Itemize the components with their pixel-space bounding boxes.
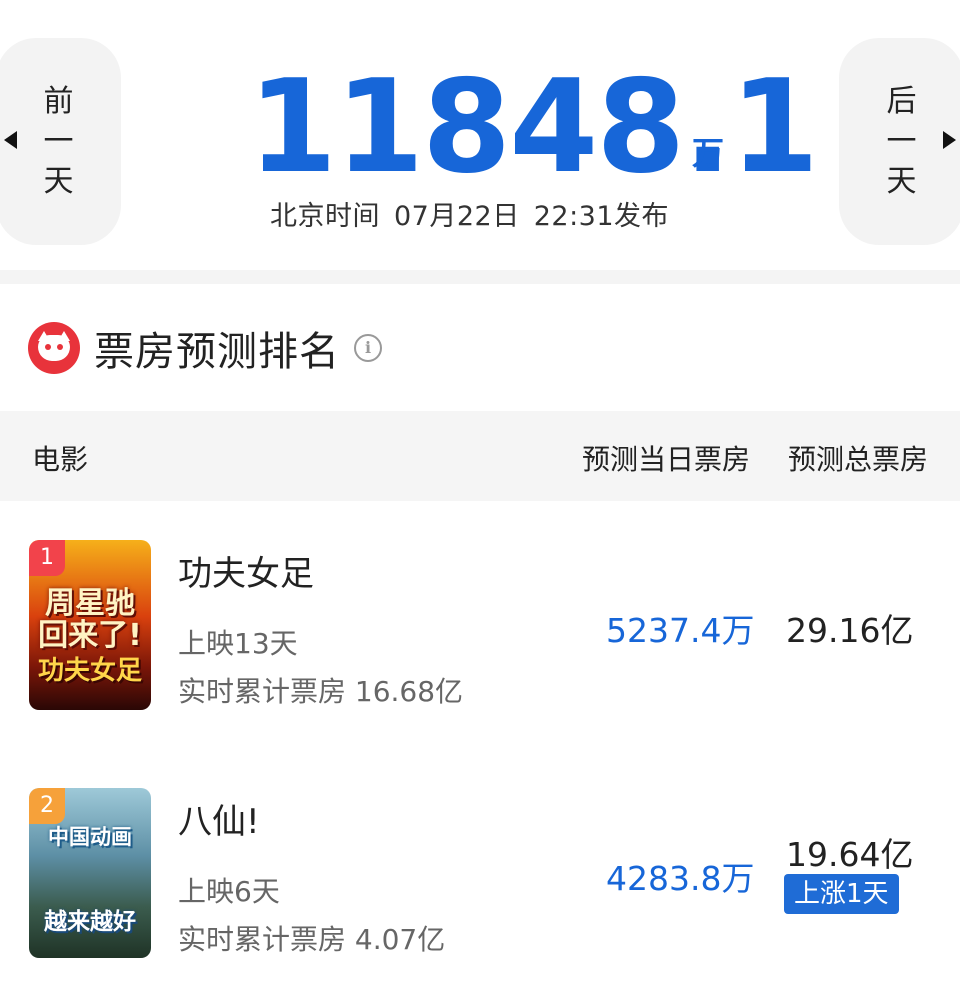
cumulative-box-office: 实时累计票房 16.68亿 xyxy=(178,675,464,708)
movie-title[interactable]: 八仙! xyxy=(178,794,260,843)
total-box-office-value: 11848.1 xyxy=(248,53,819,202)
column-total-forecast[interactable]: 预测总票房 xyxy=(788,438,928,478)
movie-title[interactable]: 功夫女足 xyxy=(178,546,314,595)
poster-tagline: 周星驰 回来了! xyxy=(38,586,142,653)
ranking-title: 票房预测排名 xyxy=(94,329,340,375)
trend-badge: 上涨1天 xyxy=(784,874,899,914)
day-forecast-value: 4283.8万 xyxy=(606,859,755,898)
movie-poster[interactable]: 中国动画 越来越好 2 xyxy=(29,788,151,958)
ranking-header: 票房预测排名 i xyxy=(28,318,382,378)
caret-left-icon[interactable] xyxy=(4,131,17,149)
table-header: 电影 预测当日票房 预测总票房 xyxy=(0,411,960,501)
publish-prefix: 北京时间 xyxy=(270,201,380,232)
section-divider xyxy=(0,270,960,284)
publish-time: 北京时间 07月22日 22:31发布 xyxy=(270,194,669,233)
table-row[interactable]: 周星驰 回来了! 功夫女足 1 功夫女足 上映13天 实时累计票房 16.68亿… xyxy=(0,530,960,730)
total-forecast-value: 19.64亿 xyxy=(786,835,914,874)
release-days: 上映6天 xyxy=(178,875,280,908)
cumulative-box-office: 实时累计票房 4.07亿 xyxy=(178,923,446,956)
poster-tagline: 中国动画 xyxy=(48,825,132,849)
prev-day-button[interactable]: 前一天 xyxy=(0,38,121,245)
rank-badge: 2 xyxy=(29,788,65,824)
day-forecast-value: 5237.4万 xyxy=(606,611,755,650)
publish-date: 07月22日 xyxy=(394,201,520,232)
summary-header: 前一天 11848.1 万 北京时间 07月22日 22:31发布 后一天 xyxy=(0,0,960,270)
movie-poster[interactable]: 周星驰 回来了! 功夫女足 1 xyxy=(29,540,151,710)
info-icon[interactable]: i xyxy=(354,334,382,362)
next-day-button[interactable]: 后一天 xyxy=(839,38,960,245)
poster-title: 功夫女足 xyxy=(37,656,142,686)
publish-clock: 22:31发布 xyxy=(533,201,670,232)
poster-title: 越来越好 xyxy=(44,909,136,935)
next-day-label: 后一天 xyxy=(886,83,917,199)
prev-day-label: 前一天 xyxy=(43,83,74,199)
table-row[interactable]: 中国动画 越来越好 2 八仙! 上映6天 实时累计票房 4.07亿 4283.8… xyxy=(0,778,960,978)
caret-right-icon[interactable] xyxy=(943,131,956,149)
release-days: 上映13天 xyxy=(178,627,298,660)
column-day-forecast[interactable]: 预测当日票房 xyxy=(582,438,750,478)
column-movie: 电影 xyxy=(32,443,89,476)
rank-badge: 1 xyxy=(29,540,65,576)
maoyan-cat-icon xyxy=(28,322,80,374)
total-forecast-value: 29.16亿 xyxy=(786,611,914,650)
total-unit: 万 xyxy=(692,134,725,172)
